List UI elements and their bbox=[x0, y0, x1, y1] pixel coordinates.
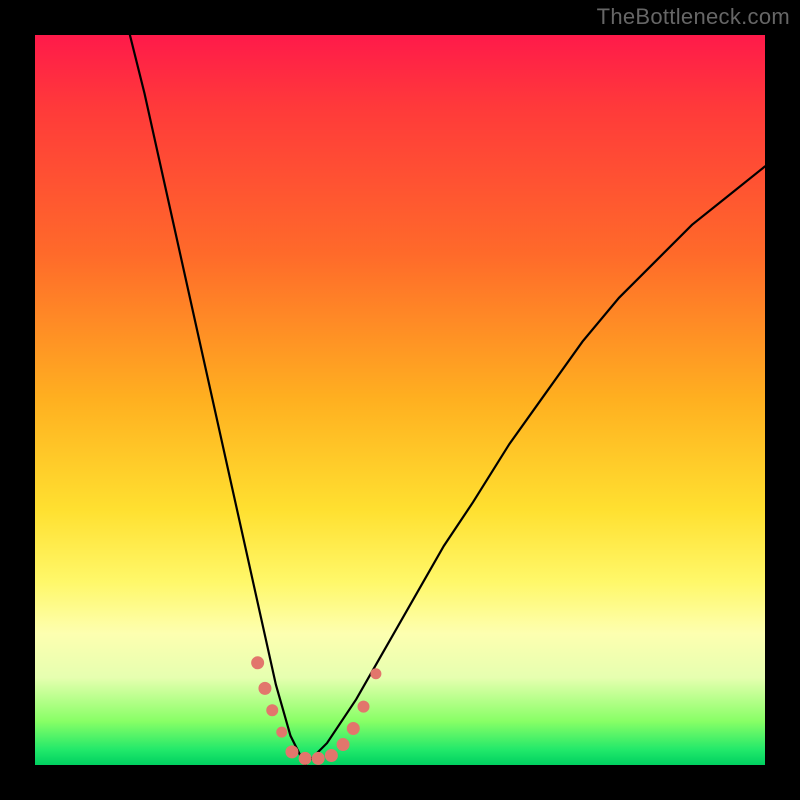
data-marker bbox=[312, 752, 324, 764]
data-marker bbox=[267, 705, 278, 716]
data-marker bbox=[337, 739, 349, 751]
curve-left-branch bbox=[130, 35, 305, 765]
data-marker bbox=[252, 657, 264, 669]
data-marker bbox=[325, 750, 337, 762]
data-marker bbox=[259, 682, 271, 694]
data-marker bbox=[286, 746, 298, 758]
data-marker bbox=[358, 701, 369, 712]
data-marker bbox=[277, 727, 287, 737]
chart-frame: TheBottleneck.com bbox=[0, 0, 800, 800]
data-marker bbox=[299, 752, 311, 764]
data-marker bbox=[371, 669, 381, 679]
chart-svg bbox=[35, 35, 765, 765]
data-marker bbox=[347, 723, 359, 735]
watermark-text: TheBottleneck.com bbox=[597, 4, 790, 30]
data-markers-group bbox=[252, 657, 381, 765]
